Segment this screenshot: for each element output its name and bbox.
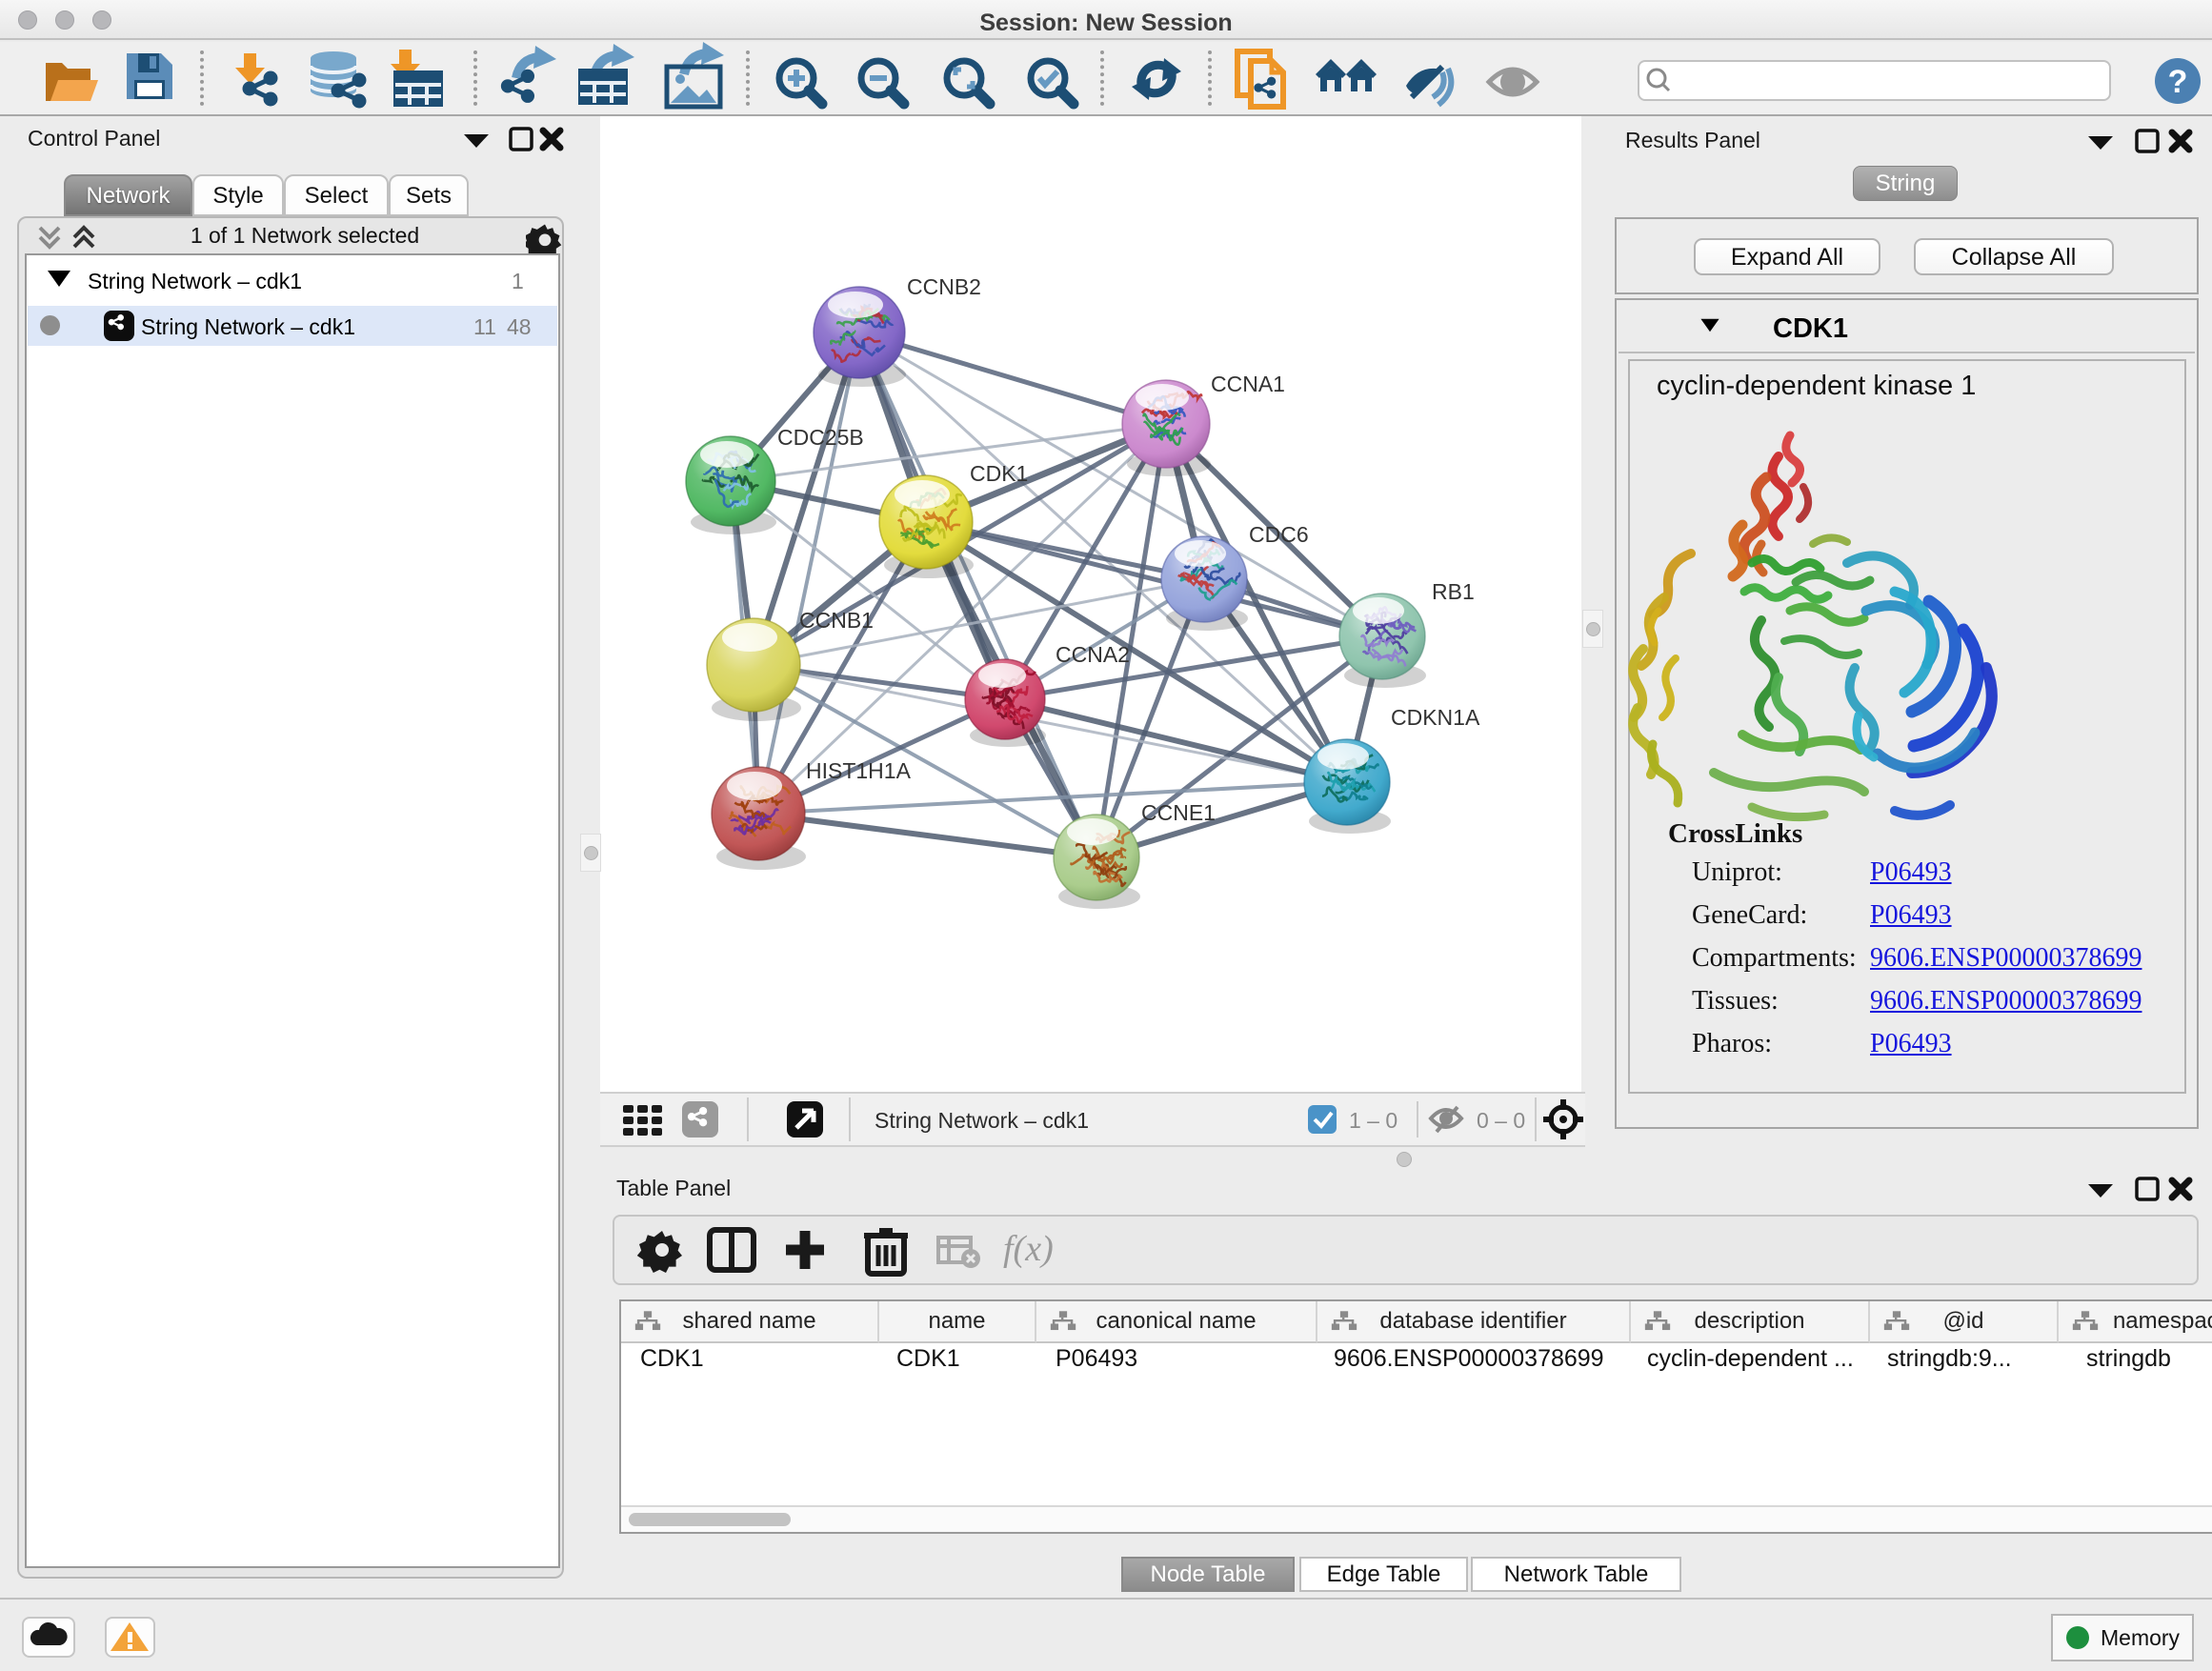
svg-text:CDC6: CDC6: [1249, 522, 1309, 547]
svg-text:RB1: RB1: [1432, 579, 1475, 604]
svg-text:0 – 0: 0 – 0: [1477, 1108, 1525, 1133]
svg-text:CDKN1A: CDKN1A: [1391, 705, 1480, 730]
svg-text:CDC25B: CDC25B: [777, 425, 864, 450]
svg-text:CCNB1: CCNB1: [799, 608, 874, 633]
svg-text:CCNA2: CCNA2: [1056, 642, 1130, 667]
svg-text:CDK1: CDK1: [970, 461, 1028, 486]
svg-text:?: ?: [2168, 64, 2188, 100]
svg-text:f(x): f(x): [1003, 1229, 1054, 1269]
svg-text:String Network – cdk1: String Network – cdk1: [875, 1108, 1089, 1133]
svg-text:1 – 0: 1 – 0: [1349, 1108, 1398, 1133]
svg-text:CCNA1: CCNA1: [1211, 372, 1285, 396]
svg-text:CCNB2: CCNB2: [907, 274, 981, 299]
svg-text:HIST1H1A: HIST1H1A: [806, 758, 912, 783]
svg-text:CCNE1: CCNE1: [1141, 800, 1216, 825]
